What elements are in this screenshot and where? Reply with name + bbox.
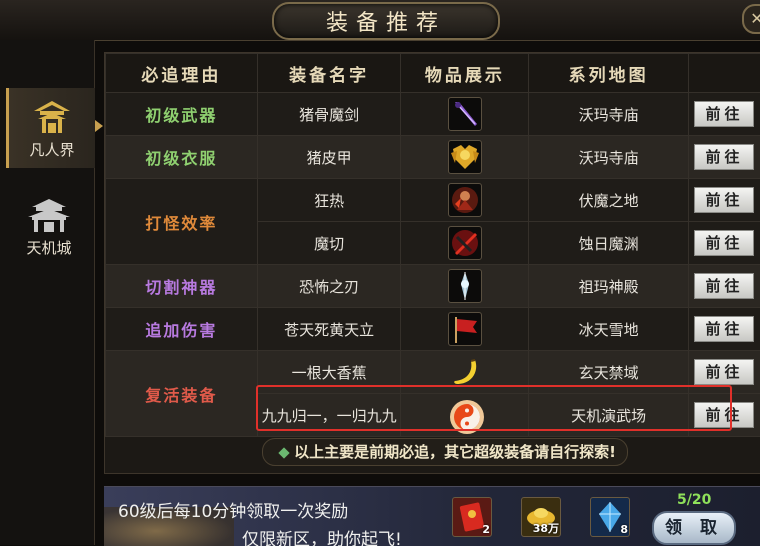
item-map: 伏魔之地 xyxy=(529,179,689,222)
item-map: 玄天禁域 xyxy=(529,351,689,394)
table-row: 初级武器 猪骨魔剑 沃玛寺庙 前往 xyxy=(106,93,760,136)
table-header-row: 必追理由 装备名字 物品展示 系列地图 xyxy=(106,54,760,93)
action-cell: 前往 xyxy=(688,351,760,394)
reward-item[interactable]: 38万 xyxy=(521,497,561,537)
action-cell: 前往 xyxy=(688,93,760,136)
banana-icon[interactable] xyxy=(448,355,482,389)
taiji-orb-icon[interactable] xyxy=(448,398,482,432)
pavilion-icon xyxy=(30,97,74,137)
go-button[interactable]: 前往 xyxy=(694,187,754,213)
item-name: 一根大香蕉 xyxy=(257,351,401,394)
header-map: 系列地图 xyxy=(529,54,689,93)
table-row: 打怪效率 狂热 伏魔之地 前往 xyxy=(106,179,760,222)
item-map: 蚀日魔渊 xyxy=(529,222,689,265)
reward-count: 38万 xyxy=(533,520,559,536)
item-display[interactable] xyxy=(401,179,529,222)
go-button[interactable]: 前往 xyxy=(694,230,754,256)
item-display[interactable] xyxy=(401,136,529,179)
go-button[interactable]: 前往 xyxy=(694,402,754,428)
action-cell: 前往 xyxy=(688,308,760,351)
item-name: 九九归一，一归九九 xyxy=(257,394,401,437)
item-name: 恐怖之刃 xyxy=(257,265,401,308)
table-row: 追加伤害 苍天死黄天立 冰天雪地 前往 xyxy=(106,308,760,351)
item-display[interactable] xyxy=(401,308,529,351)
action-cell: 前往 xyxy=(688,222,760,265)
reason-cell: 打怪效率 xyxy=(106,179,258,265)
item-name: 猪骨魔剑 xyxy=(257,93,401,136)
sidebar-item-tianjicheng[interactable]: 天机城 xyxy=(6,186,92,266)
red-flag-icon[interactable] xyxy=(448,312,482,346)
table-row: 复活装备 一根大香蕉 玄天禁域 前往 xyxy=(106,351,760,394)
item-name: 狂热 xyxy=(257,179,401,222)
action-cell: 前往 xyxy=(688,265,760,308)
item-display[interactable] xyxy=(401,93,529,136)
item-name: 苍天死黄天立 xyxy=(257,308,401,351)
title-bar: 装备推荐 ✕ xyxy=(0,0,760,41)
item-display[interactable] xyxy=(401,222,529,265)
reward-item[interactable]: 8 xyxy=(590,497,630,537)
sidebar: 凡人界 天机城 xyxy=(0,40,95,545)
item-map: 沃玛寺庙 xyxy=(529,136,689,179)
header-reason: 必追理由 xyxy=(106,54,258,93)
go-button[interactable]: 前往 xyxy=(694,101,754,127)
close-button[interactable]: ✕ xyxy=(742,4,760,34)
notice-text: 以上主要是前期必追，其它超级装备请自行探索! xyxy=(294,443,616,461)
item-display[interactable] xyxy=(401,265,529,308)
item-display[interactable] xyxy=(401,394,529,437)
reason-cell: 复活装备 xyxy=(106,351,258,437)
reward-line2: 仅限新区，助你起飞! xyxy=(242,525,402,546)
equipment-panel: 必追理由 装备名字 物品展示 系列地图 初级武器 猪骨魔剑 沃玛寺庙 前往 初级… xyxy=(104,52,760,474)
claim-button[interactable]: 领 取 xyxy=(652,511,736,545)
sidebar-item-label: 天机城 xyxy=(26,237,71,258)
action-cell: 前往 xyxy=(688,136,760,179)
title-plate: 装备推荐 xyxy=(272,2,500,40)
diamond-icon xyxy=(278,447,289,458)
equipment-table: 必追理由 装备名字 物品展示 系列地图 初级武器 猪骨魔剑 沃玛寺庙 前往 初级… xyxy=(105,53,760,437)
action-cell: 前往 xyxy=(688,179,760,222)
reason-cell: 追加伤害 xyxy=(106,308,258,351)
purple-sword-icon[interactable] xyxy=(448,97,482,131)
palace-icon xyxy=(26,195,72,235)
sidebar-item-label: 凡人界 xyxy=(29,139,74,160)
table-row: 切割神器 恐怖之刃 祖玛神殿 前往 xyxy=(106,265,760,308)
go-button[interactable]: 前往 xyxy=(694,273,754,299)
item-display[interactable] xyxy=(401,351,529,394)
sidebar-item-fanrenjie[interactable]: 凡人界 xyxy=(6,88,95,168)
table-row: 初级衣服 猪皮甲 沃玛寺庙 前往 xyxy=(106,136,760,179)
header-name: 装备名字 xyxy=(257,54,401,93)
item-map: 祖玛神殿 xyxy=(529,265,689,308)
go-button[interactable]: 前往 xyxy=(694,316,754,342)
item-map: 冰天雪地 xyxy=(529,308,689,351)
go-button[interactable]: 前往 xyxy=(694,359,754,385)
action-cell: 前往 xyxy=(688,394,760,437)
fire-warrior-icon[interactable] xyxy=(448,183,482,217)
active-indicator-icon xyxy=(95,120,103,132)
window-title: 装备推荐 xyxy=(326,5,446,37)
item-name: 魔切 xyxy=(257,222,401,265)
item-map: 天机演武场 xyxy=(529,394,689,437)
notice-banner: 以上主要是前期必追，其它超级装备请自行探索! xyxy=(262,438,628,466)
reason-cell: 初级衣服 xyxy=(106,136,258,179)
reason-cell: 切割神器 xyxy=(106,265,258,308)
go-button[interactable]: 前往 xyxy=(694,144,754,170)
reward-count: 8 xyxy=(620,523,628,536)
crystal-blade-icon[interactable] xyxy=(448,269,482,303)
item-map: 沃玛寺庙 xyxy=(529,93,689,136)
reason-cell: 初级武器 xyxy=(106,93,258,136)
header-display: 物品展示 xyxy=(401,54,529,93)
reward-line1: 60级后每10分钟领取一次奖励 xyxy=(118,497,348,522)
claim-progress: 5/20 xyxy=(677,492,711,508)
header-action xyxy=(688,54,760,93)
reward-count: 2 xyxy=(482,523,490,536)
item-name: 猪皮甲 xyxy=(257,136,401,179)
red-blade-icon[interactable] xyxy=(448,226,482,260)
reward-item[interactable]: 2 xyxy=(452,497,492,537)
golden-armor-icon[interactable] xyxy=(448,140,482,174)
